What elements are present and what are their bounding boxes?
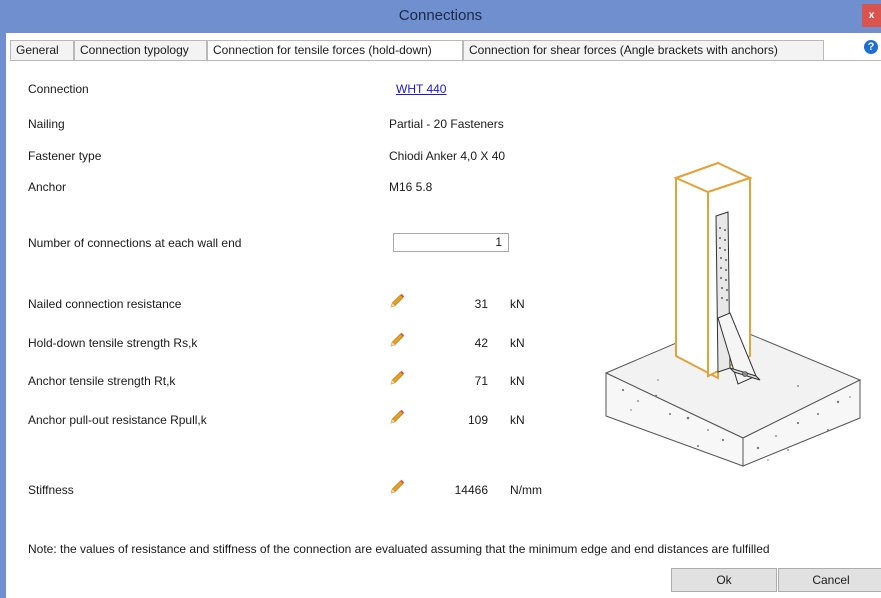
tab-tensile-forces[interactable]: Connection for tensile forces (hold-down…: [207, 40, 463, 62]
window-left-border: [0, 33, 6, 598]
stiffness-unit: N/mm: [510, 483, 542, 497]
tab-general[interactable]: General: [10, 40, 74, 61]
anchor-pullout-label: Anchor pull-out resistance Rpull,k: [28, 413, 207, 427]
anchor-tensile-value: 71: [474, 374, 488, 388]
tab-shear-forces[interactable]: Connection for shear forces (Angle brack…: [463, 40, 824, 61]
ok-button[interactable]: Ok: [671, 568, 777, 592]
nailing-label: Nailing: [28, 117, 65, 131]
holddown-strength-unit: kN: [510, 336, 525, 350]
cancel-button[interactable]: Cancel: [778, 568, 881, 592]
nailing-value: Partial - 20 Fasteners: [389, 117, 504, 131]
connections-count-label: Number of connections at each wall end: [28, 236, 242, 250]
fastener-type-value: Chiodi Anker 4,0 X 40: [389, 149, 506, 163]
window-title: Connections: [398, 7, 483, 24]
nailed-resistance-value: 31: [474, 297, 488, 311]
anchor-label: Anchor: [28, 180, 67, 194]
connections-count-input[interactable]: 1: [393, 233, 509, 252]
stiffness-value: 14466: [454, 483, 488, 497]
anchor-pullout-value: 109: [467, 413, 488, 427]
holddown-strength-label: Hold-down tensile strength Rs,k: [28, 336, 198, 350]
title-bar: Connections x: [0, 0, 881, 33]
anchor-tensile-unit: kN: [510, 374, 525, 388]
stiffness-label: Stiffness: [28, 483, 74, 497]
anchor-value: M16 5.8: [389, 180, 433, 194]
anchor-pullout-unit: kN: [510, 413, 525, 427]
holddown-illustration: [604, 161, 862, 467]
nailed-resistance-unit: kN: [510, 297, 525, 311]
fastener-type-label: Fastener type: [28, 149, 102, 163]
nailed-resistance-label: Nailed connection resistance: [28, 297, 182, 311]
connection-link[interactable]: WHT 440: [396, 82, 446, 96]
tab-connection-typology[interactable]: Connection typology: [74, 40, 207, 61]
anchor-tensile-label: Anchor tensile strength Rt,k: [28, 374, 176, 388]
help-icon[interactable]: ?: [864, 40, 878, 54]
close-button[interactable]: x: [862, 4, 881, 27]
note-text: Note: the values of resistance and stiff…: [28, 542, 770, 556]
holddown-strength-value: 42: [474, 336, 488, 350]
connection-label: Connection: [28, 82, 89, 96]
